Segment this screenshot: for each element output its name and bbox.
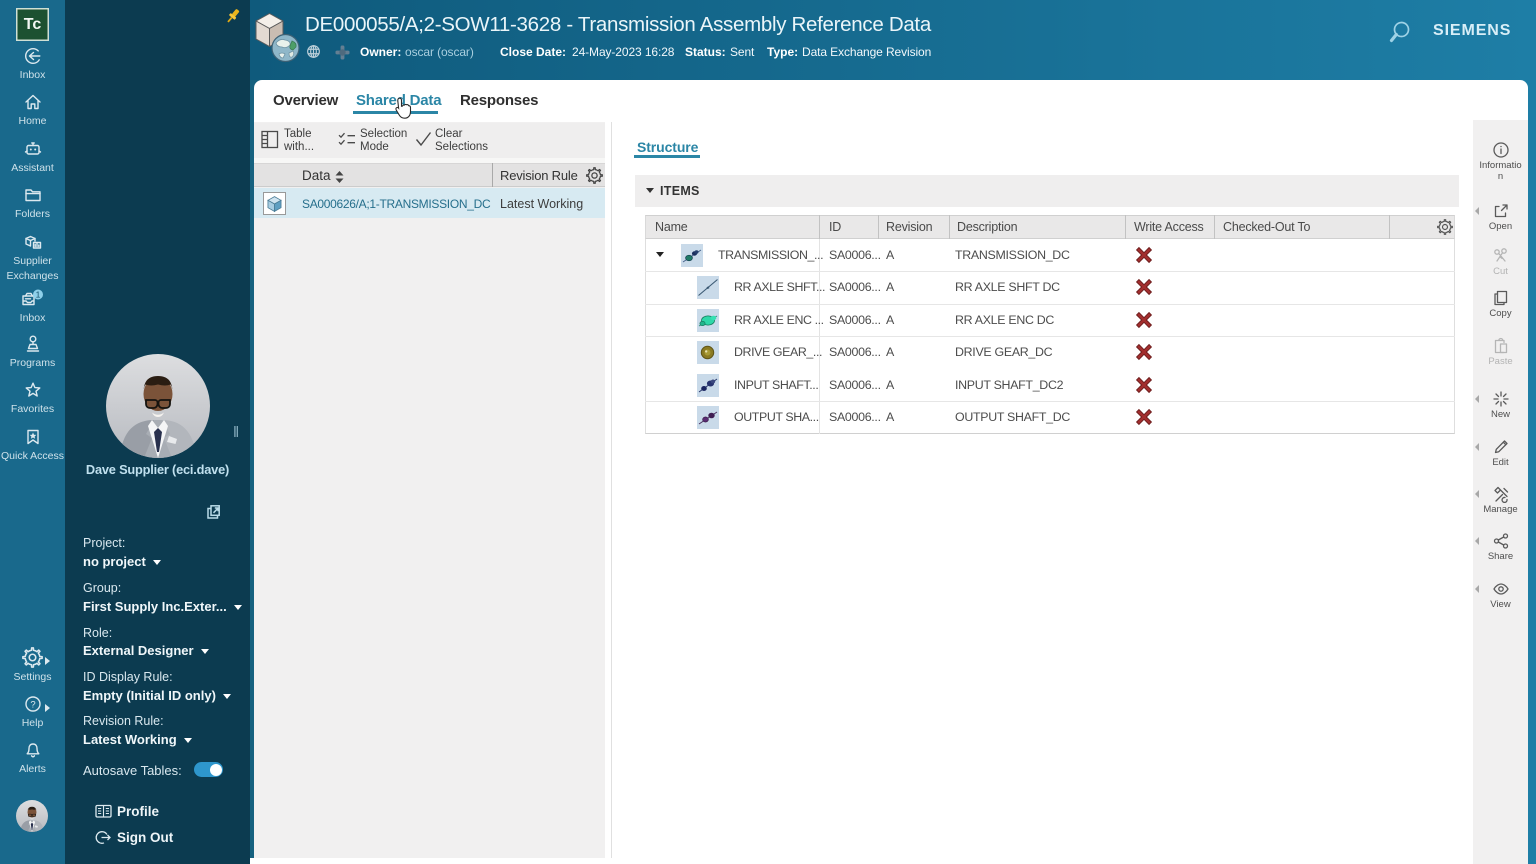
svg-text:?: ? bbox=[30, 699, 35, 710]
svg-text:1: 1 bbox=[35, 290, 40, 300]
